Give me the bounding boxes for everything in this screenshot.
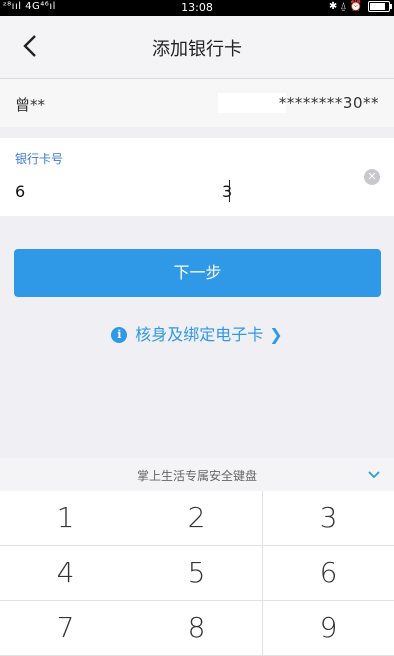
- status-icons-text: ✱ ⍙ ⏰: [328, 1, 362, 12]
- battery-icon: [368, 1, 392, 12]
- key-2[interactable]: 2: [131, 491, 263, 546]
- key-4[interactable]: 4: [0, 546, 132, 601]
- key-8[interactable]: 8: [131, 601, 263, 656]
- card-number-value-end[interactable]: 3: [222, 182, 232, 201]
- card-number-label: 银行卡号: [15, 152, 64, 166]
- text-cursor: [229, 180, 230, 202]
- numeric-keypad: 1 2 3 4 5 6 7 8 9: [0, 491, 394, 656]
- key-3[interactable]: 3: [263, 491, 394, 546]
- account-name: 曾**: [15, 96, 46, 114]
- info-icon: i: [111, 327, 128, 343]
- key-9[interactable]: 9: [263, 601, 394, 656]
- key-1[interactable]: 1: [0, 491, 132, 546]
- verify-bind-link[interactable]: i 核身及绑定电子卡 ❯: [0, 321, 394, 345]
- card-number-field[interactable]: 银行卡号 6 3 ✕: [0, 138, 394, 216]
- battery-fill: [370, 3, 386, 10]
- page-title: 添加银行卡: [152, 39, 242, 60]
- next-step-button[interactable]: 下一步: [14, 249, 381, 297]
- keyboard-title: 掌上生活专属安全键盘: [136, 469, 257, 483]
- redaction-mask: [218, 93, 286, 113]
- account-row: 曾** ********30**: [0, 79, 394, 127]
- chevron-right-icon: ❯: [269, 325, 283, 344]
- keyboard-header: 掌上生活专属安全键盘: [0, 458, 394, 491]
- keyboard-collapse-icon[interactable]: [366, 466, 382, 482]
- key-7[interactable]: 7: [0, 601, 132, 656]
- clear-input-icon[interactable]: ✕: [364, 169, 380, 185]
- key-6[interactable]: 6: [263, 546, 394, 601]
- account-id-number: ********30**: [278, 94, 379, 112]
- card-number-value-start[interactable]: 6: [15, 182, 25, 201]
- verify-bind-label: 核身及绑定电子卡: [135, 325, 264, 344]
- key-5[interactable]: 5: [131, 546, 263, 601]
- nav-bar: 添加银行卡: [0, 16, 394, 79]
- status-bar: ᶻ⁸ııl 4G⁴⁶ıl 13:08 ✱ ⍙ ⏰: [0, 0, 394, 16]
- status-icons: ✱ ⍙ ⏰: [328, 1, 392, 12]
